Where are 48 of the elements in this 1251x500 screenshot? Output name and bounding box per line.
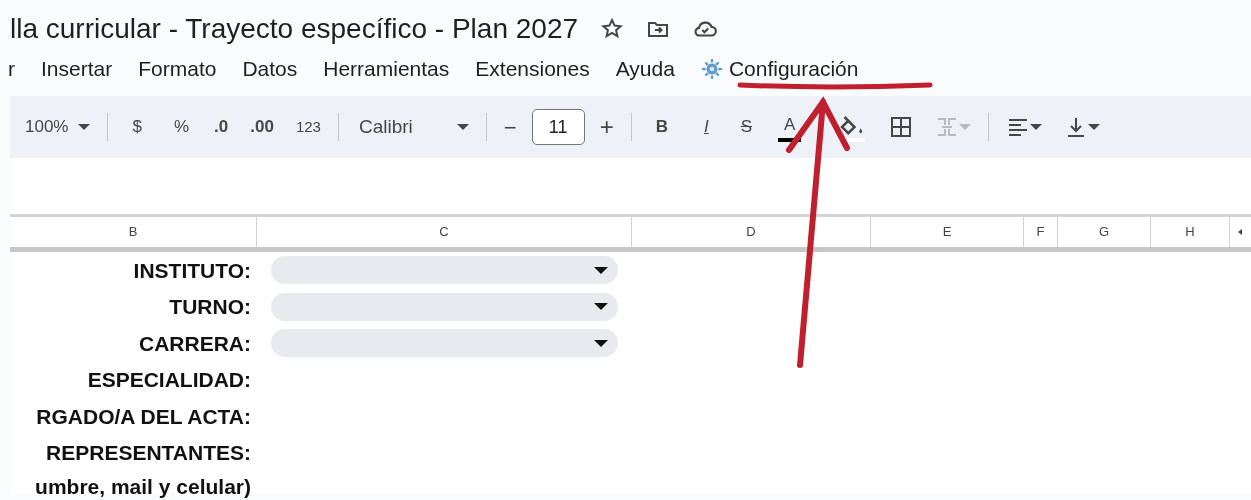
column-header[interactable]: H <box>1151 217 1230 247</box>
font-size-field[interactable]: 11 <box>531 109 585 145</box>
column-header[interactable]: D <box>632 217 871 247</box>
star-icon[interactable] <box>600 17 625 41</box>
cell-label: REPRESENTANTES: <box>45 440 252 466</box>
caret-icon <box>456 124 469 130</box>
column-header[interactable]: E <box>871 217 1024 247</box>
menu-item[interactable]: r <box>8 51 28 87</box>
menu-item[interactable]: Datos <box>229 51 311 87</box>
grid-icon <box>889 115 914 139</box>
column-header[interactable]: C <box>257 217 632 247</box>
caret-icon <box>594 339 608 347</box>
menu-item[interactable]: Formato <box>125 51 230 87</box>
decrease-decimal-button[interactable]: .0 <box>203 109 240 145</box>
cell-label: TURNO: <box>168 294 252 320</box>
menu-item[interactable]: Extensiones <box>462 51 603 87</box>
cell-label: RGADO/A DEL ACTA: <box>35 403 252 430</box>
cell-label: umbre, mail y celular) <box>34 474 252 500</box>
cell-label: ESPECIALIDAD: <box>86 367 252 393</box>
caret-icon <box>1030 124 1043 130</box>
column-header[interactable]: B <box>10 217 257 247</box>
column-header[interactable]: F <box>1024 217 1058 247</box>
font-dropdown[interactable]: Calibri <box>344 109 480 145</box>
number-format-button[interactable]: 123 <box>284 109 332 145</box>
document-title[interactable]: lla curricular - Trayecto específico - Plan 2027 <box>10 8 579 50</box>
caret-icon <box>1088 124 1101 130</box>
caret-icon <box>959 124 972 130</box>
text-color-button[interactable]: A <box>778 112 802 142</box>
strikethrough-button[interactable]: S <box>726 109 767 145</box>
menu-item[interactable]: Configuración <box>687 51 872 87</box>
gear-icon <box>700 58 723 80</box>
menu-item[interactable]: Herramientas <box>310 51 463 87</box>
percent-button[interactable]: % <box>159 109 204 145</box>
increase-decimal-button[interactable]: .00 <box>239 109 285 145</box>
menu-item[interactable]: Ayuda <box>602 51 688 87</box>
column-header[interactable]: G <box>1058 217 1151 247</box>
caret-icon <box>594 266 608 274</box>
zoom-dropdown[interactable]: 100% <box>14 109 102 145</box>
decrease-font-button[interactable]: − <box>492 109 528 145</box>
increase-font-button[interactable]: + <box>588 109 625 145</box>
italic-button[interactable]: I <box>685 109 727 145</box>
menu-item[interactable]: Insertar <box>28 51 126 87</box>
caret-icon <box>594 303 608 311</box>
cell-label: INSTITUTO: <box>132 257 252 284</box>
currency-button[interactable]: $ <box>114 109 160 145</box>
cell-label: CARRERA: <box>138 330 252 357</box>
bold-button[interactable]: B <box>637 109 686 145</box>
caret-icon <box>78 124 91 130</box>
